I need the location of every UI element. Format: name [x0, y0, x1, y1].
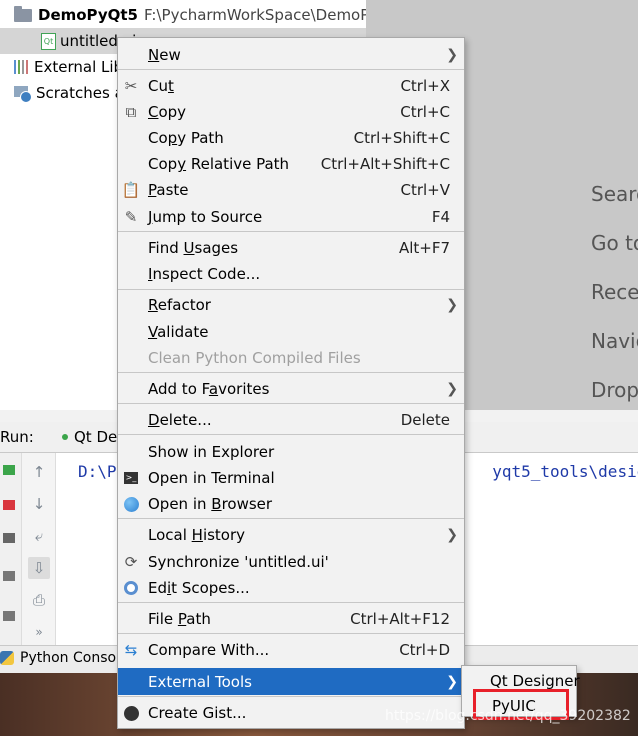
menu-item-jump-to-source[interactable]: ✎ Jump to Source F4 — [118, 204, 464, 230]
menu-separator — [118, 633, 464, 634]
print-icon[interactable]: ⎙ — [28, 589, 50, 611]
python-console-label: Python Consol — [20, 650, 120, 666]
more-icon[interactable]: » — [28, 621, 50, 643]
globe-icon — [122, 495, 140, 513]
arrow-down-icon[interactable]: ↓ — [28, 493, 50, 515]
library-icon — [14, 60, 28, 74]
menu-item-validate[interactable]: Validate — [118, 319, 464, 345]
menu-item-find-usages[interactable]: Find Usages Alt+F7 — [118, 235, 464, 261]
menu-item-add-to-favorites[interactable]: Add to Favorites ❯ — [118, 376, 464, 402]
copy-icon: ⧉ — [125, 103, 137, 121]
hint-goto: Go to — [591, 231, 638, 255]
github-icon — [122, 704, 140, 722]
chevron-right-icon: ❯ — [446, 673, 458, 690]
hint-recent: Recer — [591, 280, 638, 304]
chevron-right-icon: ❯ — [446, 47, 458, 63]
tree-root-name: DemoPyQt5 — [38, 6, 138, 24]
menu-item-copy[interactable]: ⧉ Copy Ctrl+C — [118, 99, 464, 125]
terminal-icon: >_ — [124, 472, 138, 484]
menu-item-copy-relative-path[interactable]: Copy Relative Path Ctrl+Alt+Shift+C — [118, 151, 464, 177]
menu-item-file-path[interactable]: File Path Ctrl+Alt+F12 — [118, 606, 464, 632]
menu-item-edit-scopes[interactable]: Edit Scopes... — [118, 575, 464, 601]
menu-item-synchronize[interactable]: ⟳ Synchronize 'untitled.ui' — [118, 549, 464, 575]
menu-item-inspect-code[interactable]: Inspect Code... — [118, 261, 464, 287]
rerun-icon[interactable] — [3, 465, 15, 475]
menu-item-show-in-explorer[interactable]: Show in Explorer — [118, 439, 464, 465]
menu-separator — [118, 289, 464, 290]
running-dot-icon — [62, 434, 68, 440]
run-label: Run: — [0, 428, 34, 446]
tree-root[interactable]: DemoPyQt5 F:\PycharmWorkSpace\DemoPy — [14, 2, 378, 28]
clipboard-icon: 📋 — [121, 181, 141, 199]
run-tab-qt-designer[interactable]: Qt Des — [62, 428, 125, 446]
qt-file-icon: Qt — [41, 32, 56, 50]
python-console-tab[interactable]: Python Consol — [0, 650, 120, 666]
pencil-icon: ✎ — [124, 208, 138, 226]
menu-separator — [118, 434, 464, 435]
tree-external-libraries-label: External Libr — [34, 58, 130, 76]
hint-drop: Drop — [591, 378, 638, 402]
menu-item-compare-with[interactable]: ⇆ Compare With... Ctrl+D — [118, 637, 464, 663]
hint-navigation: Navig — [591, 329, 638, 353]
scroll-to-end-icon[interactable]: ⇩ — [28, 557, 50, 579]
sync-icon: ⟳ — [124, 553, 138, 571]
menu-item-refactor[interactable]: Refactor ❯ — [118, 292, 464, 318]
menu-separator — [118, 403, 464, 404]
menu-separator — [118, 69, 464, 70]
stop-icon[interactable] — [3, 500, 15, 510]
menu-separator — [118, 372, 464, 373]
menu-item-external-tools[interactable]: External Tools ❯ — [118, 668, 464, 695]
soft-wrap-icon[interactable]: ⤶ — [28, 525, 50, 547]
menu-separator — [118, 231, 464, 232]
tree-root-path: F:\PycharmWorkSpace\DemoPy — [143, 6, 379, 24]
menu-item-new[interactable]: New ❯ — [118, 42, 464, 68]
hint-search: Searc — [591, 182, 638, 206]
tree-scratches-label: Scratches a — [36, 84, 124, 102]
scope-icon — [122, 579, 140, 597]
folder-icon — [14, 5, 32, 22]
arrow-up-icon[interactable]: ↑ — [28, 461, 50, 483]
menu-item-local-history[interactable]: Local History ❯ — [118, 522, 464, 548]
layout-icon[interactable] — [3, 571, 15, 581]
menu-separator — [118, 696, 464, 697]
menu-separator — [118, 602, 464, 603]
run-left-toolbar — [0, 453, 22, 645]
chevron-right-icon: ❯ — [446, 297, 458, 313]
menu-item-clean-python-compiled-files: Clean Python Compiled Files — [148, 349, 361, 367]
run-tools-toolbar: ↑ ↓ ⤶ ⇩ ⎙ » — [22, 453, 56, 645]
pause-icon[interactable] — [3, 533, 15, 543]
watermark-text: https://blog.csdn.net/qq_39202382 — [385, 708, 631, 724]
context-menu: New ❯ ✂ Cut Ctrl+X ⧉ Copy Ctrl+C Copy Pa… — [117, 37, 465, 729]
menu-item-copy-path[interactable]: Copy Path Ctrl+Shift+C — [118, 125, 464, 151]
menu-item-delete[interactable]: Delete... Delete — [118, 407, 464, 433]
tree-external-libraries[interactable]: External Libr — [14, 54, 129, 80]
scissors-icon: ✂ — [124, 77, 138, 95]
menu-separator — [118, 518, 464, 519]
menu-item-open-in-terminal[interactable]: >_ Open in Terminal — [118, 465, 464, 491]
menu-item-paste[interactable]: 📋 Paste Ctrl+V — [118, 177, 464, 203]
menu-item-cut[interactable]: ✂ Cut Ctrl+X — [118, 73, 464, 99]
menu-item-open-in-browser[interactable]: Open in Browser — [118, 491, 464, 517]
chevron-right-icon: ❯ — [446, 527, 458, 543]
python-icon — [0, 651, 14, 665]
pin-icon[interactable] — [3, 611, 15, 621]
tree-scratches[interactable]: Scratches a — [14, 80, 124, 106]
scratches-icon — [14, 86, 32, 103]
compare-arrows-icon: ⇆ — [124, 641, 138, 659]
chevron-right-icon: ❯ — [446, 381, 458, 397]
